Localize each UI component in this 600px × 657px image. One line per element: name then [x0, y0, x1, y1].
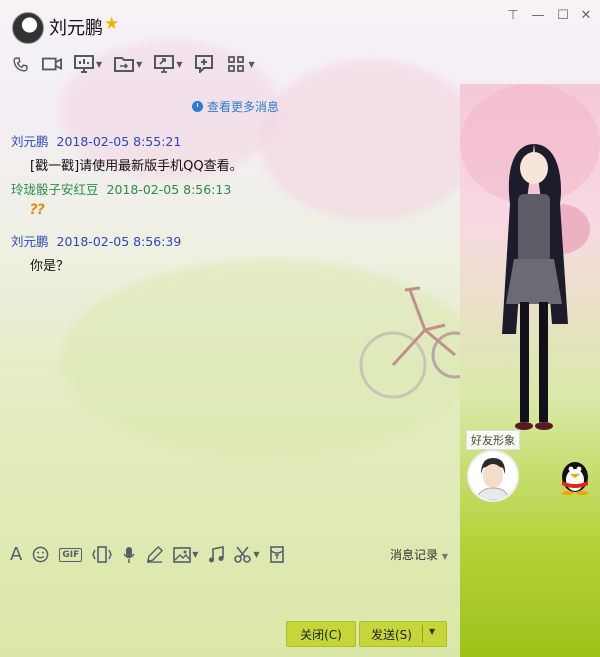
- handwriting-button[interactable]: [146, 546, 164, 563]
- microphone-icon: [123, 546, 135, 563]
- friend-avatar[interactable]: [467, 450, 519, 502]
- message-sender[interactable]: 刘元鹏: [11, 134, 49, 149]
- remote-desktop-button[interactable]: ▼: [154, 55, 182, 73]
- send-options-divider: [422, 625, 423, 643]
- message-time: 2018-02-05 8:56:39: [56, 234, 182, 249]
- red-packet-icon: [269, 546, 284, 563]
- chevron-down-icon: ▼: [253, 550, 260, 559]
- screen-share-icon: [74, 55, 94, 73]
- font-button[interactable]: A: [10, 544, 22, 565]
- qq-penguin-icon[interactable]: [556, 455, 594, 495]
- chevron-down-icon: ▼: [441, 552, 448, 561]
- whiteboard-button[interactable]: [194, 55, 214, 73]
- chat-window: 刘元鹏 ★ ⊤ — ☐ ✕ ▼ ▼ ▼ ▼ 查看更多消息 刘元鹏 2018-02…: [0, 0, 600, 657]
- emoji-button[interactable]: [32, 546, 49, 563]
- remote-desktop-icon: [154, 55, 175, 73]
- star-icon: ★: [104, 14, 120, 34]
- message-text: 你是？: [30, 259, 70, 274]
- font-icon: A: [10, 544, 23, 565]
- chevron-down-icon: ▼: [96, 59, 103, 69]
- whiteboard-icon: [194, 55, 214, 73]
- input-toolbar: A GIF ▼ ▼: [10, 544, 294, 565]
- send-button-label: 发送(S): [371, 627, 412, 642]
- view-more-messages-link[interactable]: 查看更多消息: [192, 98, 279, 115]
- message-time: 2018-02-05 8:55:21: [56, 134, 182, 149]
- video-icon: [42, 55, 62, 73]
- image-icon: [173, 546, 192, 563]
- message-history-button[interactable]: 消息记录 ▼: [390, 546, 448, 563]
- shake-button[interactable]: [92, 546, 113, 563]
- clock-icon: [192, 101, 203, 112]
- image-button[interactable]: ▼: [173, 546, 199, 563]
- gif-button[interactable]: GIF: [59, 547, 83, 562]
- friend-show-label[interactable]: 好友形象: [466, 430, 520, 450]
- background-blossom: [260, 60, 480, 220]
- maximize-button[interactable]: ☐: [553, 8, 573, 23]
- message-header: 刘元鹏 2018-02-05 8:55:21: [11, 131, 181, 150]
- bicycle-illustration: [359, 286, 475, 399]
- message-sender[interactable]: 玲珑骰子安红豆: [11, 182, 99, 197]
- file-transfer-button[interactable]: ▼: [114, 55, 142, 73]
- pencil-icon: [147, 546, 164, 563]
- screen-share-button[interactable]: ▼: [74, 55, 102, 73]
- gif-icon: GIF: [59, 547, 83, 562]
- friend-character-illustration: [502, 144, 568, 430]
- close-button[interactable]: 关闭(C): [286, 621, 356, 647]
- chevron-down-icon: ▼: [248, 59, 255, 69]
- voice-message-button[interactable]: [122, 546, 136, 564]
- smiley-icon: [32, 546, 49, 563]
- apps-icon: [226, 55, 246, 73]
- avatar[interactable]: [12, 12, 44, 44]
- message-header: 刘元鹏 2018-02-05 8:56:39: [11, 231, 181, 250]
- file-transfer-icon: [114, 55, 135, 73]
- friend-show-panel: [460, 84, 600, 657]
- phone-icon: [10, 55, 30, 73]
- chevron-down-icon: ▼: [192, 550, 199, 559]
- message-header: 玲珑骰子安红豆 2018-02-05 8:56:13: [11, 179, 231, 198]
- chevron-down-icon[interactable]: ▼: [429, 627, 435, 636]
- close-window-button[interactable]: ✕: [576, 8, 596, 23]
- close-button-label: 关闭(C): [300, 627, 342, 642]
- scissors-icon: [234, 546, 252, 563]
- contact-name[interactable]: 刘元鹏: [49, 14, 103, 40]
- send-button[interactable]: 发送(S) ▼: [359, 621, 447, 647]
- music-note-icon: [209, 546, 225, 563]
- red-packet-button[interactable]: [269, 546, 284, 563]
- view-more-messages-label: 查看更多消息: [207, 100, 280, 114]
- video-call-button[interactable]: [42, 55, 62, 73]
- minimize-button[interactable]: —: [528, 8, 548, 23]
- music-button[interactable]: [208, 546, 225, 563]
- title-bar: 刘元鹏 ★ ⊤ — ☐ ✕: [0, 0, 600, 46]
- message-text: [戳一戳]请使用最新版手机QQ查看。: [30, 159, 243, 174]
- voice-call-button[interactable]: [10, 55, 30, 73]
- apps-button[interactable]: ▼: [226, 55, 255, 73]
- message-history-label: 消息记录: [390, 548, 439, 562]
- shake-icon: [92, 546, 113, 563]
- chevron-down-icon: ▼: [176, 59, 183, 69]
- chevron-down-icon: ▼: [136, 59, 143, 69]
- message-time: 2018-02-05 8:56:13: [106, 182, 232, 197]
- message-sender[interactable]: 刘元鹏: [11, 234, 49, 249]
- screenshot-button[interactable]: ▼: [234, 546, 260, 563]
- top-toolbar: ▼ ▼ ▼ ▼: [10, 54, 267, 74]
- question-emoji: ⁇: [30, 202, 45, 218]
- pin-button[interactable]: ⊤: [503, 8, 523, 23]
